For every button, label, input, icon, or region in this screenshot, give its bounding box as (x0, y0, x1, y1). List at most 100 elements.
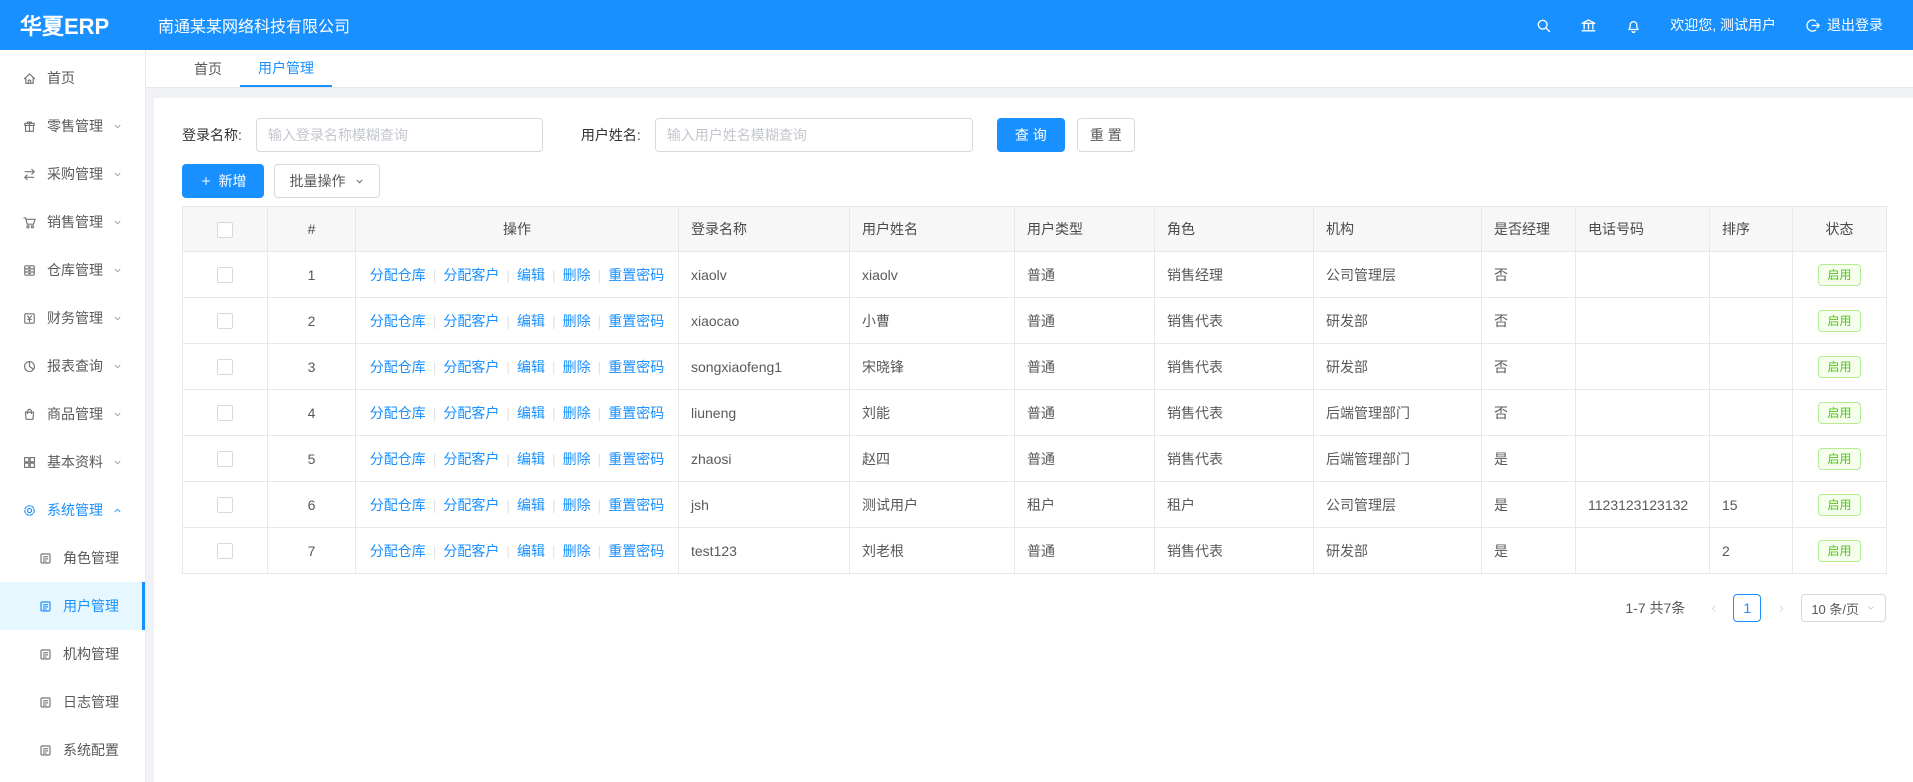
page-size-select[interactable]: 10 条/页 (1801, 594, 1886, 622)
assign-warehouse-link[interactable]: 分配仓库 (370, 359, 426, 375)
batch-actions-dropdown[interactable]: 批量操作 (274, 164, 380, 198)
sidebar-item-purchase[interactable]: 采购管理 (0, 150, 145, 198)
delete-link[interactable]: 删除 (563, 451, 591, 467)
delete-link[interactable]: 删除 (563, 497, 591, 513)
sidebar-item-sys-config[interactable]: 系统配置 (0, 726, 145, 774)
assign-warehouse-link[interactable]: 分配仓库 (370, 451, 426, 467)
sidebar-item-label: 财务管理 (47, 308, 103, 328)
reset-password-link[interactable]: 重置密码 (608, 405, 664, 421)
sidebar-item-finance[interactable]: 财务管理 (0, 294, 145, 342)
sidebar-item-log-mgmt[interactable]: 日志管理 (0, 678, 145, 726)
reset-password-link[interactable]: 重置密码 (608, 313, 664, 329)
assign-warehouse-link[interactable]: 分配仓库 (370, 267, 426, 283)
page-number-button[interactable]: 1 (1733, 594, 1761, 622)
row-checkbox[interactable] (217, 497, 233, 513)
sidebar-item-report[interactable]: 报表查询 (0, 342, 145, 390)
cell-role: 租户 (1155, 482, 1314, 528)
cell-role: 销售代表 (1155, 528, 1314, 574)
assign-customer-link[interactable]: 分配客户 (443, 267, 499, 283)
tab-home[interactable]: 首页 (176, 50, 240, 87)
row-checkbox[interactable] (217, 543, 233, 559)
reset-password-link[interactable]: 重置密码 (608, 359, 664, 375)
row-checkbox[interactable] (217, 313, 233, 329)
logout-button[interactable]: 退出登录 (1804, 15, 1883, 35)
row-checkbox[interactable] (217, 267, 233, 283)
edit-link[interactable]: 编辑 (517, 267, 545, 283)
sidebar-item-basic-data[interactable]: 基本资料 (0, 438, 145, 486)
reset-password-link[interactable]: 重置密码 (608, 543, 664, 559)
delete-link[interactable]: 删除 (563, 359, 591, 375)
sidebar-item-sales[interactable]: 销售管理 (0, 198, 145, 246)
chevron-down-icon (112, 217, 123, 228)
delete-link[interactable]: 删除 (563, 313, 591, 329)
prev-page-button[interactable] (1701, 594, 1725, 622)
delete-link[interactable]: 删除 (563, 267, 591, 283)
finance-icon (22, 311, 37, 326)
table-row: 1分配仓库|分配客户|编辑|删除|重置密码xiaolvxiaolv普通销售经理公… (183, 252, 1887, 298)
cell-sort (1710, 252, 1793, 298)
delete-link[interactable]: 删除 (563, 543, 591, 559)
assign-customer-link[interactable]: 分配客户 (443, 543, 499, 559)
edit-link[interactable]: 编辑 (517, 313, 545, 329)
edit-link[interactable]: 编辑 (517, 543, 545, 559)
cell-role: 销售代表 (1155, 390, 1314, 436)
reset-password-link[interactable]: 重置密码 (608, 267, 664, 283)
reset-password-link[interactable]: 重置密码 (608, 497, 664, 513)
table-row: 6分配仓库|分配客户|编辑|删除|重置密码jsh测试用户租户租户公司管理层是11… (183, 482, 1887, 528)
search-icon[interactable] (1535, 17, 1552, 34)
assign-warehouse-link[interactable]: 分配仓库 (370, 313, 426, 329)
cell-role: 销售代表 (1155, 298, 1314, 344)
row-checkbox[interactable] (217, 451, 233, 467)
file-icon (38, 695, 53, 710)
retail-icon (22, 119, 37, 134)
sidebar-item-goods[interactable]: 商品管理 (0, 390, 145, 438)
login-name-input[interactable] (256, 118, 543, 152)
tab-user-management[interactable]: 用户管理 (240, 50, 332, 87)
edit-link[interactable]: 编辑 (517, 497, 545, 513)
sidebar-item-user-mgmt[interactable]: 用户管理 (0, 582, 145, 630)
edit-link[interactable]: 编辑 (517, 359, 545, 375)
next-page-button[interactable] (1769, 594, 1793, 622)
reset-button[interactable]: 重 置 (1077, 118, 1135, 152)
assign-warehouse-link[interactable]: 分配仓库 (370, 497, 426, 513)
sidebar-item-system[interactable]: 系统管理 (0, 486, 145, 534)
user-name-input[interactable] (655, 118, 973, 152)
assign-customer-link[interactable]: 分配客户 (443, 451, 499, 467)
add-button[interactable]: 新增 (182, 164, 264, 198)
select-all-checkbox[interactable] (217, 222, 233, 238)
app-root: 华夏ERP 南通某某网络科技有限公司 欢迎您, 测试用户 退出登录 首页零售管理… (0, 0, 1913, 782)
chevron-left-icon (1708, 603, 1719, 614)
cell-actions: 分配仓库|分配客户|编辑|删除|重置密码 (356, 252, 679, 298)
edit-link[interactable]: 编辑 (517, 405, 545, 421)
assign-customer-link[interactable]: 分配客户 (443, 359, 499, 375)
assign-customer-link[interactable]: 分配客户 (443, 313, 499, 329)
assign-customer-link[interactable]: 分配客户 (443, 405, 499, 421)
sidebar-item-org-mgmt[interactable]: 机构管理 (0, 630, 145, 678)
sidebar-item-role-mgmt[interactable]: 角色管理 (0, 534, 145, 582)
bell-icon[interactable] (1625, 17, 1642, 34)
query-button[interactable]: 查 询 (997, 118, 1065, 152)
pagination-total: 1-7 共7条 (1625, 598, 1685, 618)
reset-password-link[interactable]: 重置密码 (608, 451, 664, 467)
cell-user-name: 宋晓锋 (850, 344, 1015, 390)
row-checkbox[interactable] (217, 359, 233, 375)
cell-index: 2 (268, 298, 356, 344)
top-header: 华夏ERP 南通某某网络科技有限公司 欢迎您, 测试用户 退出登录 (0, 0, 1913, 50)
chevron-up-icon (112, 505, 123, 516)
col-user-type: 用户类型 (1015, 207, 1155, 252)
chevron-right-icon (1776, 603, 1787, 614)
sidebar-item-retail[interactable]: 零售管理 (0, 102, 145, 150)
cell-is-manager: 是 (1482, 436, 1576, 482)
delete-link[interactable]: 删除 (563, 405, 591, 421)
sidebar-item-label: 日志管理 (63, 692, 119, 712)
assign-warehouse-link[interactable]: 分配仓库 (370, 543, 426, 559)
sidebar-item-home[interactable]: 首页 (0, 54, 145, 102)
cell-organization: 后端管理部门 (1314, 436, 1482, 482)
assign-customer-link[interactable]: 分配客户 (443, 497, 499, 513)
bank-icon[interactable] (1580, 17, 1597, 34)
row-checkbox[interactable] (217, 405, 233, 421)
edit-link[interactable]: 编辑 (517, 451, 545, 467)
assign-warehouse-link[interactable]: 分配仓库 (370, 405, 426, 421)
header-checkbox-cell (183, 207, 268, 252)
sidebar-item-warehouse[interactable]: 仓库管理 (0, 246, 145, 294)
